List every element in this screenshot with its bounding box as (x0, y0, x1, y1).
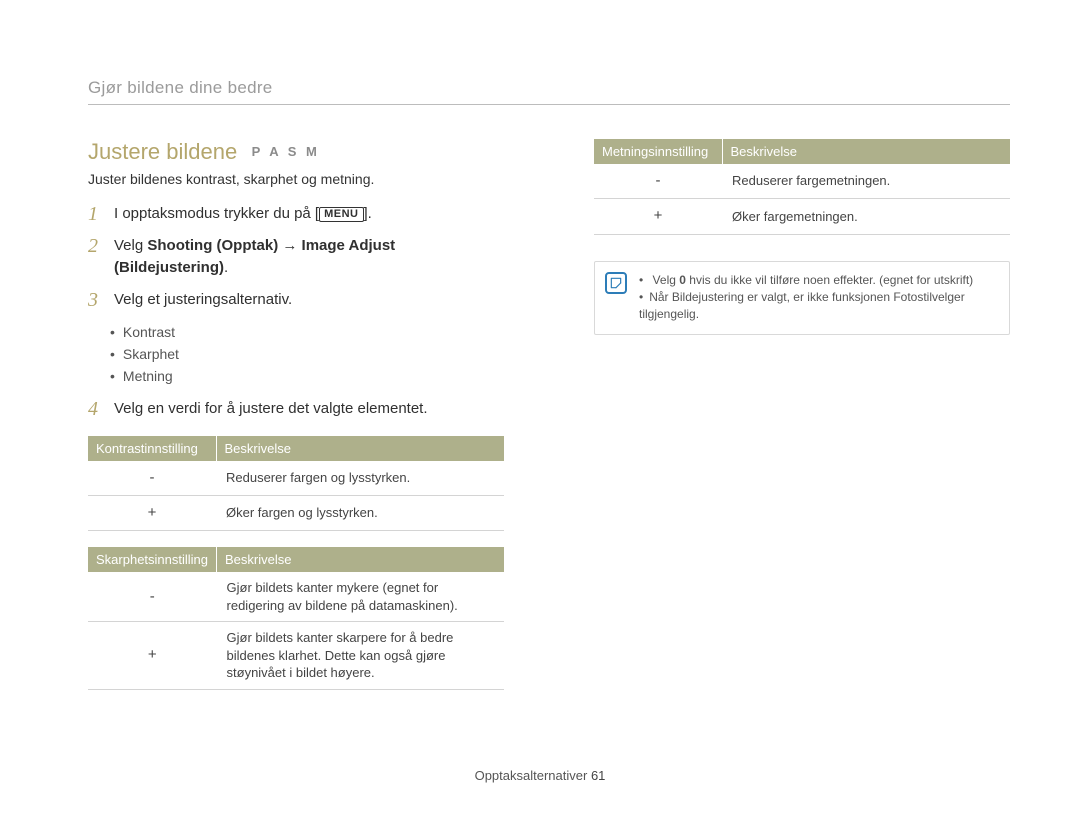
left-column: Justere bildene P A S M Juster bildenes … (88, 139, 504, 690)
table-header: Metningsinnstilling (594, 139, 722, 164)
table-cell-value: Øker fargen og lysstyrken. (216, 495, 504, 530)
contrast-table: Kontrastinnstilling Beskrivelse - Reduse… (88, 436, 504, 532)
table-cell-value: Reduserer fargen og lysstyrken. (216, 461, 504, 496)
table-header-row: Metningsinnstilling Beskrivelse (594, 139, 1010, 164)
step-text: I opptaksmodus trykker du på [MENU]. (114, 203, 504, 225)
right-column: Metningsinnstilling Beskrivelse - Reduse… (594, 139, 1010, 690)
note-box: Velg 0 hvis du ikke vil tilføre noen eff… (594, 261, 1010, 335)
table-row: + Øker fargemetningen. (594, 199, 1010, 234)
table-cell-value: Gjør bildets kanter skarpere for å bedre… (217, 622, 504, 690)
section-title: Justere bildene (88, 139, 237, 165)
table-row: + Øker fargen og lysstyrken. (88, 495, 504, 530)
divider (88, 104, 1010, 105)
breadcrumb: Gjør bildene dine bedre (88, 78, 1010, 98)
list-item: Når Bildejustering er valgt, er ikke fun… (639, 289, 997, 324)
table-header: Beskrivelse (216, 436, 504, 461)
text: Velg (653, 273, 680, 287)
table-header: Skarphetsinnstilling (88, 547, 217, 572)
step-1: 1 I opptaksmodus trykker du på [MENU]. (88, 203, 504, 225)
section-header: Justere bildene P A S M (88, 139, 504, 165)
arrow-icon: → (278, 237, 301, 254)
table-cell-value: Reduserer fargemetningen. (722, 164, 1010, 199)
step-3: 3 Velg et justeringsalternativ. (88, 289, 504, 311)
table-cell-key: - (88, 461, 216, 496)
step-number: 2 (88, 235, 114, 257)
table-cell-key: - (594, 164, 722, 199)
mode-indicator: P A S M (252, 144, 320, 159)
table-header-row: Skarphetsinnstilling Beskrivelse (88, 547, 504, 572)
table-header: Kontrastinnstilling (88, 436, 216, 461)
section-subtitle: Juster bildenes kontrast, skarphet og me… (88, 171, 504, 187)
footer-label: Opptaksalternativer (475, 768, 588, 783)
content-columns: Justere bildene P A S M Juster bildenes … (88, 139, 1010, 690)
text: hvis du ikke vil tilføre noen effekter. … (686, 273, 973, 287)
page-footer: Opptaksalternativer 61 (0, 768, 1080, 783)
list-item: Metning (110, 365, 504, 387)
step-4: 4 Velg en verdi for å justere det valgte… (88, 398, 504, 420)
table-cell-key: + (88, 495, 216, 530)
table-header: Beskrivelse (217, 547, 504, 572)
step-number: 4 (88, 398, 114, 420)
sharpness-table: Skarphetsinnstilling Beskrivelse - Gjør … (88, 547, 504, 690)
table-row: + Gjør bildets kanter skarpere for å bed… (88, 622, 504, 690)
bold-text: 0 (679, 273, 686, 287)
text: Velg (114, 237, 147, 254)
step-text: Velg et justeringsalternativ. (114, 289, 504, 311)
note-list: Velg 0 hvis du ikke vil tilføre noen eff… (639, 272, 997, 324)
note-icon (605, 272, 627, 294)
text: I opptaksmodus trykker du på [ (114, 205, 319, 222)
text: ]. (364, 205, 372, 222)
list-item: Velg 0 hvis du ikke vil tilføre noen eff… (639, 272, 997, 289)
saturation-table: Metningsinnstilling Beskrivelse - Reduse… (594, 139, 1010, 235)
table-cell-key: + (88, 622, 217, 690)
table-cell-value: Gjør bildets kanter mykere (egnet for re… (217, 572, 504, 622)
step-number: 3 (88, 289, 114, 311)
bold-text: Shooting (Opptak) (147, 237, 278, 254)
list-item: Skarphet (110, 343, 504, 365)
table-header: Beskrivelse (722, 139, 1010, 164)
table-header-row: Kontrastinnstilling Beskrivelse (88, 436, 504, 461)
table-row: - Reduserer fargen og lysstyrken. (88, 461, 504, 496)
text: . (224, 259, 228, 276)
table-row: - Reduserer fargemetningen. (594, 164, 1010, 199)
table-cell-key: + (594, 199, 722, 234)
table-cell-key: - (88, 572, 217, 622)
step-text: Velg en verdi for å justere det valgte e… (114, 398, 504, 420)
table-row: - Gjør bildets kanter mykere (egnet for … (88, 572, 504, 622)
step-text: Velg Shooting (Opptak) → Image Adjust (B… (114, 235, 504, 279)
page-number: 61 (591, 768, 605, 783)
step-3-bullets: Kontrast Skarphet Metning (110, 321, 504, 388)
menu-button-icon: MENU (319, 207, 363, 222)
step-number: 1 (88, 203, 114, 225)
table-cell-value: Øker fargemetningen. (722, 199, 1010, 234)
list-item: Kontrast (110, 321, 504, 343)
step-2: 2 Velg Shooting (Opptak) → Image Adjust … (88, 235, 504, 279)
